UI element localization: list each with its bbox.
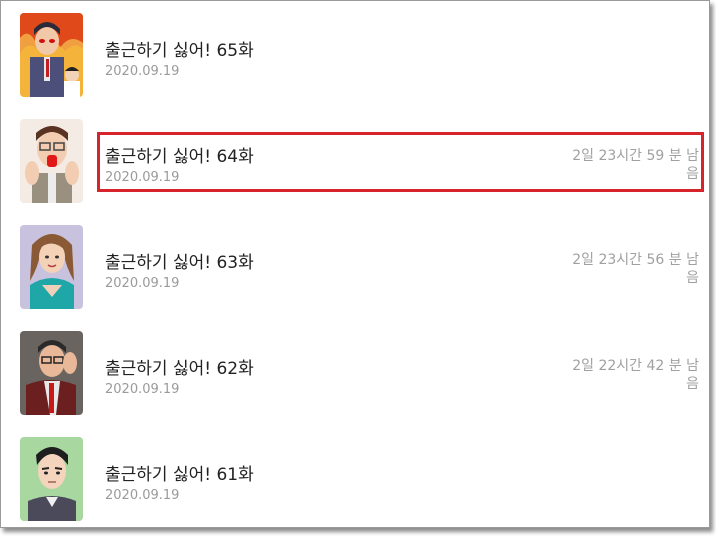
list-item[interactable]: 출근하기 싫어! 61화 2020.09.19 xyxy=(1,425,709,527)
episode-thumbnail xyxy=(20,13,83,97)
episode-date: 2020.09.19 xyxy=(105,64,180,79)
episode-title: 출근하기 싫어! 65화 xyxy=(105,41,254,61)
episode-list-window: 출근하기 싫어! 65화 2020.09.19 출근하기 싫어! 64화 202… xyxy=(0,0,710,528)
episode-date: 2020.09.19 xyxy=(105,276,180,291)
list-item[interactable]: 출근하기 싫어! 65화 2020.09.19 xyxy=(1,1,709,107)
episode-title: 출근하기 싫어! 63화 xyxy=(105,253,254,273)
episode-title: 출근하기 싫어! 64화 xyxy=(105,147,254,167)
time-remaining: 2일 23시간 59 분 남음 xyxy=(572,148,699,182)
episode-date: 2020.09.19 xyxy=(105,170,180,185)
episode-thumbnail xyxy=(20,225,83,309)
time-remaining: 2일 22시간 42 분 남음 xyxy=(572,358,699,392)
list-item[interactable]: 출근하기 싫어! 64화 2020.09.19 2일 23시간 59 분 남음 xyxy=(1,107,709,213)
episode-date: 2020.09.19 xyxy=(105,488,180,503)
episode-thumbnail xyxy=(20,331,83,415)
episode-thumbnail xyxy=(20,119,83,203)
episode-date: 2020.09.19 xyxy=(105,382,180,397)
list-item[interactable]: 출근하기 싫어! 62화 2020.09.19 2일 22시간 42 분 남음 xyxy=(1,319,709,425)
episode-thumbnail xyxy=(20,437,83,521)
time-remaining: 2일 23시간 56 분 남음 xyxy=(572,252,699,286)
list-item[interactable]: 출근하기 싫어! 63화 2020.09.19 2일 23시간 56 분 남음 xyxy=(1,213,709,319)
episode-title: 출근하기 싫어! 61화 xyxy=(105,465,254,485)
episode-title: 출근하기 싫어! 62화 xyxy=(105,359,254,379)
